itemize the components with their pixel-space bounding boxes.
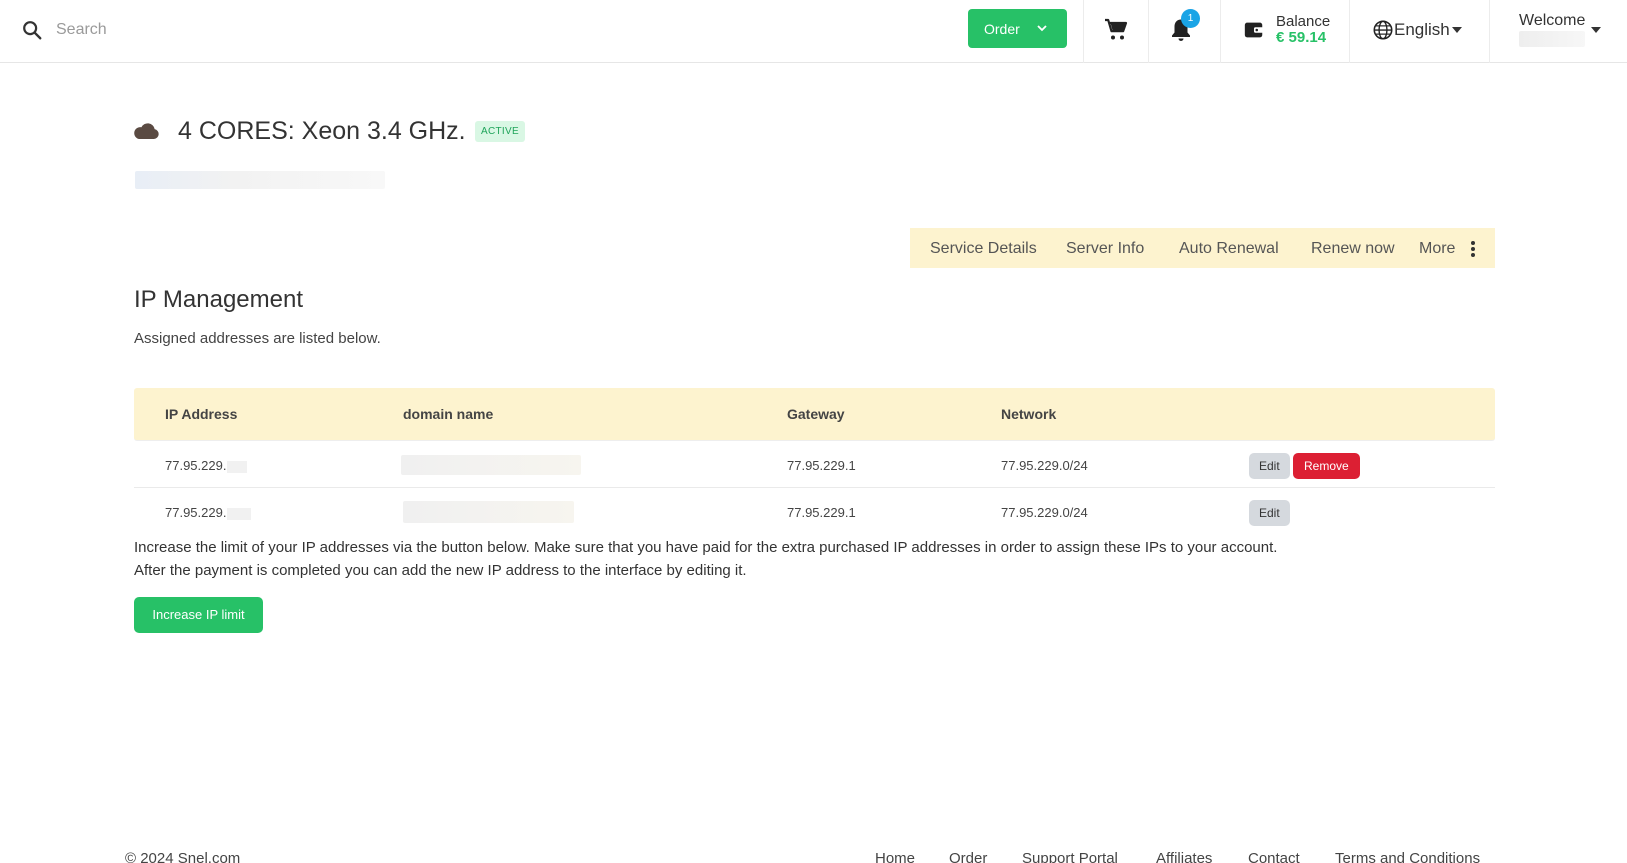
footer-link-contact[interactable]: Contact — [1248, 850, 1300, 863]
footer-link-affiliates[interactable]: Affiliates — [1156, 850, 1212, 863]
notification-badge: 1 — [1181, 9, 1200, 28]
status-badge: ACTIVE — [475, 121, 525, 142]
column-header-domain: domain name — [403, 406, 494, 422]
balance-value: € 59.14 — [1276, 29, 1327, 46]
user-menu-welcome[interactable]: Welcome — [1519, 12, 1585, 30]
caret-down-icon[interactable] — [1591, 27, 1601, 34]
network-value: 77.95.229.0/24 — [1001, 505, 1088, 520]
search-icon[interactable] — [21, 19, 43, 41]
header-divider — [1349, 0, 1350, 63]
footer-link-support-portal[interactable]: Support Portal — [1022, 850, 1118, 863]
header-divider — [1489, 0, 1490, 63]
ip-address: 77.95.229. — [165, 458, 248, 473]
ip-suffix-redacted — [227, 507, 252, 520]
ip-address: 77.95.229. — [165, 505, 252, 520]
header-divider — [1220, 0, 1221, 63]
tab-service-details[interactable]: Service Details — [930, 240, 1037, 258]
order-button[interactable]: Order — [968, 9, 1067, 48]
footer-link-home[interactable]: Home — [875, 850, 915, 863]
column-header-network: Network — [1001, 406, 1057, 422]
header-divider — [1148, 0, 1149, 63]
ip-address-prefix: 77.95.229. — [165, 458, 227, 473]
network-value: 77.95.229.0/24 — [1001, 458, 1088, 473]
column-header-ip: IP Address — [165, 406, 238, 422]
footer-link-terms[interactable]: Terms and Conditions — [1335, 850, 1480, 863]
tab-auto-renewal[interactable]: Auto Renewal — [1179, 240, 1279, 258]
service-tab-bar: Service Details Server Info Auto Renewal… — [910, 228, 1495, 268]
footer-copyright: © 2024 Snel.com — [125, 850, 241, 863]
hostname-redacted — [135, 171, 385, 189]
section-title: IP Management — [134, 286, 303, 313]
chevron-down-icon — [1037, 25, 1047, 32]
edit-button[interactable]: Edit — [1249, 500, 1290, 526]
wallet-icon[interactable] — [1243, 19, 1265, 41]
ip-table: IP Address domain name Gateway Network 7… — [134, 388, 1495, 535]
table-header: IP Address domain name Gateway Network — [134, 388, 1495, 441]
caret-down-icon[interactable] — [1452, 27, 1462, 34]
column-header-gateway: Gateway — [787, 406, 845, 422]
tab-more[interactable]: More — [1419, 240, 1455, 258]
order-button-label: Order — [984, 20, 1020, 37]
ip-suffix-redacted — [227, 460, 248, 473]
globe-icon[interactable] — [1372, 19, 1394, 41]
ip-address-prefix: 77.95.229. — [165, 505, 227, 520]
section-description: Assigned addresses are listed below. — [134, 330, 381, 347]
table-row: 77.95.229. 77.95.229.1 77.95.229.0/24 Ed… — [134, 441, 1495, 488]
remove-button[interactable]: Remove — [1293, 453, 1360, 479]
more-vertical-icon[interactable] — [1470, 240, 1476, 258]
page-title: 4 CORES: Xeon 3.4 GHz. — [178, 117, 466, 145]
gateway-value: 77.95.229.1 — [787, 458, 856, 473]
tab-server-info[interactable]: Server Info — [1066, 240, 1144, 258]
cloud-icon — [134, 123, 159, 139]
top-header: Order 1 Balance € 59.14 English Welcome — [0, 0, 1627, 63]
header-divider — [1083, 0, 1084, 63]
language-selector[interactable]: English — [1394, 20, 1450, 40]
increase-ip-limit-button[interactable]: Increase IP limit — [134, 597, 263, 633]
balance-label: Balance — [1276, 13, 1331, 30]
tab-renew-now[interactable]: Renew now — [1311, 240, 1395, 258]
info-text-payment: After the payment is completed you can a… — [134, 562, 747, 579]
cart-icon[interactable] — [1104, 18, 1128, 42]
gateway-value: 77.95.229.1 — [787, 505, 856, 520]
edit-button[interactable]: Edit — [1249, 453, 1290, 479]
search-input[interactable] — [56, 16, 456, 44]
user-name-redacted — [1519, 31, 1585, 47]
domain-name-redacted — [403, 501, 574, 523]
domain-name-redacted — [401, 455, 581, 475]
footer-link-order[interactable]: Order — [949, 850, 987, 863]
info-text-limit: Increase the limit of your IP addresses … — [134, 539, 1278, 556]
table-row: 77.95.229. 77.95.229.1 77.95.229.0/24 Ed… — [134, 488, 1495, 535]
